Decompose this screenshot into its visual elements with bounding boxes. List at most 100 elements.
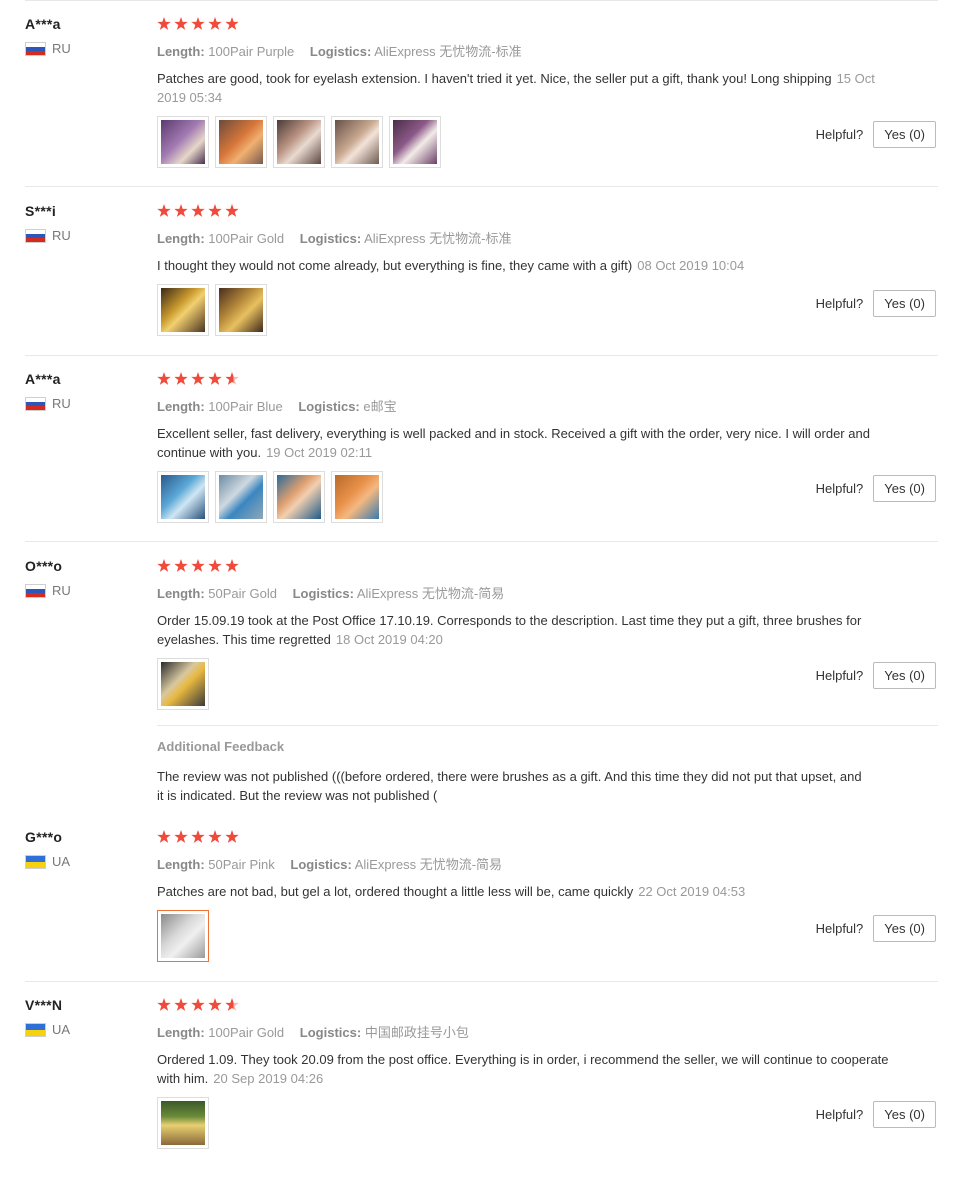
ukraine-flag-icon bbox=[25, 1022, 46, 1037]
review-text-block: Excellent seller, fast delivery, everyth… bbox=[157, 424, 897, 462]
star-icon bbox=[174, 559, 188, 572]
helpful-yes-button[interactable]: Yes (0) bbox=[873, 915, 936, 942]
logistics-value: AliExpress 无忧物流-简易 bbox=[354, 857, 503, 872]
star-rating bbox=[157, 998, 917, 1014]
review-photo-thumbnail[interactable] bbox=[157, 471, 209, 523]
review-content: Length: 50Pair Gold Logistics: AliExpres… bbox=[157, 558, 938, 805]
logistics-value: AliExpress 无忧物流-标准 bbox=[374, 44, 522, 59]
reviewer-name: G***o bbox=[25, 829, 63, 845]
additional-feedback: Additional Feedback The review was not p… bbox=[157, 725, 938, 805]
logistics-label: Logistics: bbox=[292, 586, 354, 601]
star-rating bbox=[157, 372, 917, 388]
logistics-value: AliExpress 无忧物流-标准 bbox=[364, 231, 512, 246]
star-icon bbox=[174, 204, 188, 217]
reviewer-name: A***a bbox=[25, 371, 61, 387]
review-photo-thumbnail[interactable] bbox=[331, 116, 383, 168]
review-photo-thumbnail[interactable] bbox=[157, 1097, 209, 1149]
russia-flag-icon bbox=[25, 41, 46, 56]
review-date: 19 Oct 2019 02:11 bbox=[266, 445, 373, 460]
review-divider bbox=[25, 355, 938, 356]
star-icon bbox=[225, 204, 239, 217]
star-icon bbox=[191, 17, 205, 30]
logistics-label: Logistics: bbox=[309, 44, 372, 59]
order-info: Length: 100Pair Purple Logistics: AliExp… bbox=[157, 41, 917, 60]
star-icon bbox=[225, 559, 239, 572]
star-icon bbox=[157, 998, 171, 1011]
review-text: Order 15.09.19 took at the Post Office 1… bbox=[157, 613, 862, 647]
review-date: 08 Oct 2019 10:04 bbox=[637, 258, 745, 273]
review-photo-thumbnail[interactable] bbox=[215, 284, 267, 336]
reviewer-info: S***i RU bbox=[25, 203, 145, 243]
review-text: Excellent seller, fast delivery, everyth… bbox=[157, 426, 870, 460]
review-content: Length: 100Pair Gold Logistics: AliExpre… bbox=[157, 203, 917, 336]
ukraine-flag-icon bbox=[25, 854, 46, 869]
russia-flag-icon bbox=[25, 228, 46, 243]
length-label: Length: bbox=[157, 231, 205, 246]
order-info: Length: 100Pair Gold Logistics: 中国邮政挂号小包 bbox=[157, 1022, 917, 1041]
helpful-yes-button[interactable]: Yes (0) bbox=[873, 662, 936, 689]
helpful-section: Helpful? Yes (0) bbox=[816, 475, 936, 502]
top-divider bbox=[25, 0, 938, 1]
helpful-yes-button[interactable]: Yes (0) bbox=[873, 1101, 936, 1128]
star-icon bbox=[174, 17, 188, 30]
review-photo-thumbnail[interactable] bbox=[157, 284, 209, 336]
review-photo-thumbnail[interactable] bbox=[157, 658, 209, 710]
star-icon bbox=[157, 559, 171, 572]
russia-flag-icon bbox=[25, 396, 46, 411]
review-date: 20 Sep 2019 04:26 bbox=[213, 1071, 324, 1086]
logistics-value: AliExpress 无忧物流-简易 bbox=[356, 586, 505, 601]
country-code: RU bbox=[52, 583, 71, 598]
review-photos bbox=[157, 910, 917, 962]
reviewer-country: RU bbox=[25, 396, 145, 411]
star-icon bbox=[174, 998, 188, 1011]
reviewer-info: A***a RU bbox=[25, 16, 145, 56]
star-icon bbox=[191, 372, 205, 385]
country-code: RU bbox=[52, 41, 71, 56]
helpful-yes-button[interactable]: Yes (0) bbox=[873, 121, 936, 148]
review-photo-thumbnail[interactable] bbox=[273, 471, 325, 523]
review-date: 18 Oct 2019 04:20 bbox=[335, 632, 443, 647]
review-photo-thumbnail[interactable] bbox=[157, 910, 209, 962]
star-rating bbox=[157, 17, 917, 33]
russia-flag-icon bbox=[25, 583, 46, 598]
order-info: Length: 100Pair Gold Logistics: AliExpre… bbox=[157, 228, 917, 247]
review-photo-thumbnail[interactable] bbox=[215, 116, 267, 168]
reviewer-info: A***a RU bbox=[25, 371, 145, 411]
review-photo-thumbnail[interactable] bbox=[331, 471, 383, 523]
review-photos bbox=[157, 658, 917, 710]
star-icon bbox=[157, 372, 171, 385]
reviewer-name: S***i bbox=[25, 203, 57, 219]
helpful-section: Helpful? Yes (0) bbox=[816, 662, 936, 689]
helpful-yes-button[interactable]: Yes (0) bbox=[873, 475, 936, 502]
helpful-yes-button[interactable]: Yes (0) bbox=[873, 290, 936, 317]
review-photo-thumbnail[interactable] bbox=[389, 116, 441, 168]
helpful-label: Helpful? bbox=[815, 921, 864, 936]
star-icon bbox=[225, 830, 239, 843]
review-photo-thumbnail[interactable] bbox=[157, 116, 209, 168]
length-value: 100Pair Gold bbox=[208, 231, 285, 246]
star-icon bbox=[208, 204, 222, 217]
length-label: Length: bbox=[157, 857, 205, 872]
half-star-icon bbox=[225, 998, 239, 1011]
star-icon bbox=[157, 830, 171, 843]
logistics-value: e邮宝 bbox=[363, 399, 397, 414]
logistics-label: Logistics: bbox=[290, 857, 352, 872]
reviewer-name: V***N bbox=[25, 997, 63, 1013]
country-code: UA bbox=[52, 1022, 71, 1037]
length-label: Length: bbox=[157, 399, 205, 414]
star-icon bbox=[208, 372, 222, 385]
reviewer-info: G***o UA bbox=[25, 829, 145, 869]
logistics-label: Logistics: bbox=[299, 231, 362, 246]
review-content: Length: 100Pair Gold Logistics: 中国邮政挂号小包… bbox=[157, 997, 917, 1149]
review-photo-thumbnail[interactable] bbox=[215, 471, 267, 523]
logistics-label: Logistics: bbox=[298, 399, 360, 414]
helpful-section: Helpful? Yes (0) bbox=[816, 290, 936, 317]
review-photo-thumbnail[interactable] bbox=[273, 116, 325, 168]
star-icon bbox=[157, 204, 171, 217]
review-divider bbox=[25, 541, 938, 542]
review-text: I thought they would not come already, b… bbox=[157, 258, 633, 273]
length-label: Length: bbox=[157, 1025, 205, 1040]
order-info: Length: 50Pair Pink Logistics: AliExpres… bbox=[157, 854, 917, 873]
helpful-label: Helpful? bbox=[815, 1107, 864, 1122]
star-icon bbox=[191, 204, 205, 217]
